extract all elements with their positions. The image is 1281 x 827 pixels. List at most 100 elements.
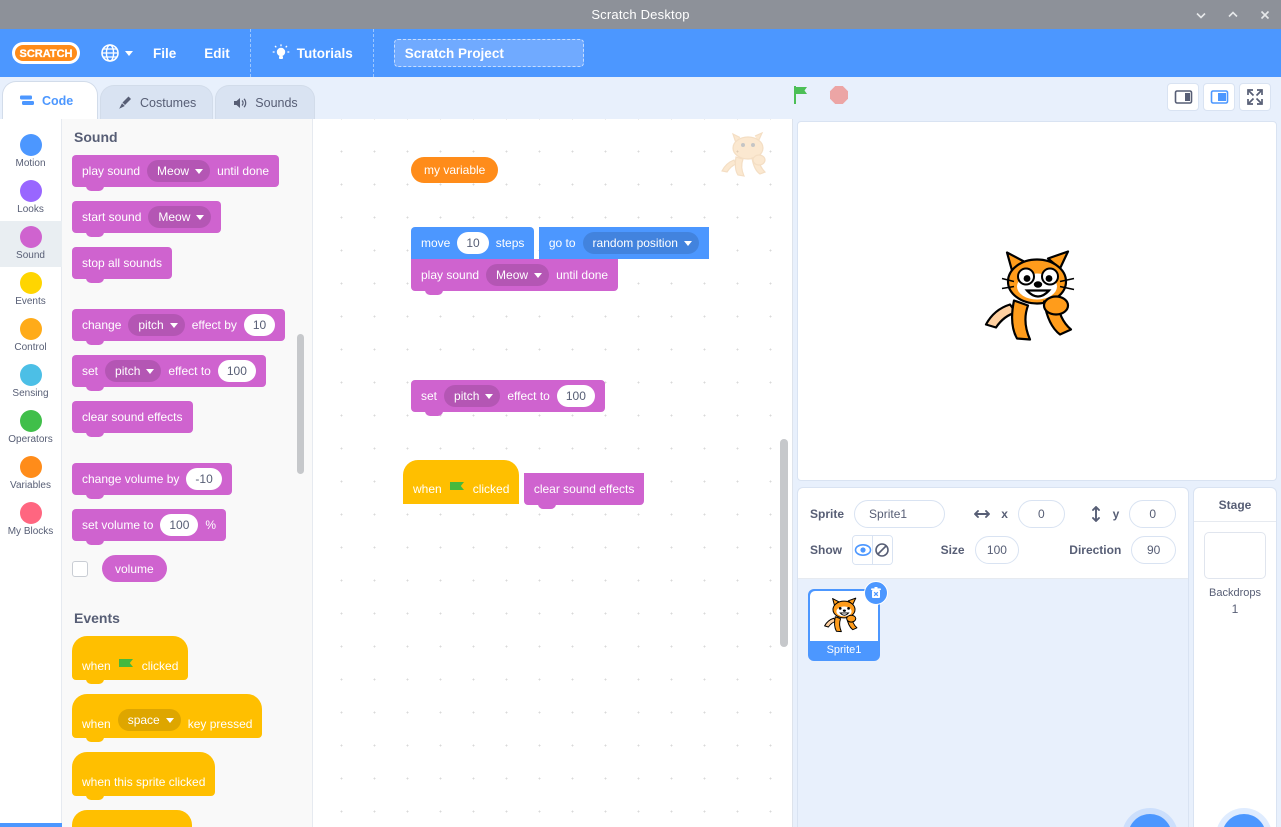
sprite-list[interactable]: Sprite1 xyxy=(798,579,1188,827)
number-input[interactable]: 10 xyxy=(243,314,276,336)
sound-dropdown[interactable]: Meow xyxy=(486,264,550,286)
category-control[interactable]: Control xyxy=(0,313,62,359)
workspace-block-clear-sound-effects[interactable]: clear sound effects xyxy=(523,473,645,509)
minimize-icon[interactable] xyxy=(1185,0,1217,29)
add-backdrop-button[interactable] xyxy=(1222,814,1266,827)
tab-sounds[interactable]: Sounds xyxy=(215,85,315,119)
category-motion[interactable]: Motion xyxy=(0,129,62,175)
category-label: Control xyxy=(14,342,47,353)
show-visible-button[interactable] xyxy=(853,536,873,564)
key-dropdown[interactable]: space xyxy=(117,709,181,731)
workspace-script-2[interactable]: set pitch effect to 100 xyxy=(411,380,605,416)
palette-block-clear-sound-effects[interactable]: clear sound effects xyxy=(72,401,193,437)
direction-input[interactable]: 90 xyxy=(1131,536,1176,564)
workspace-block-when-flag-clicked[interactable]: when clicked xyxy=(403,460,520,504)
category-variables[interactable]: Variables xyxy=(0,451,62,497)
delete-sprite-button[interactable] xyxy=(864,581,888,605)
palette-block-when-sprite-clicked[interactable]: when this sprite clicked xyxy=(72,752,216,800)
y-input[interactable]: 0 xyxy=(1129,500,1176,528)
number-input[interactable]: 100 xyxy=(556,385,595,407)
paintbrush-icon xyxy=(117,95,133,111)
fullscreen-icon[interactable] xyxy=(1239,83,1271,111)
effect-dropdown[interactable]: pitch xyxy=(105,360,162,382)
number-input[interactable]: -10 xyxy=(186,468,222,490)
palette-block-stop-all-sounds[interactable]: stop all sounds xyxy=(72,247,173,283)
green-flag-icon xyxy=(449,481,466,496)
project-name-input[interactable] xyxy=(393,39,584,67)
volume-monitor-checkbox[interactable] xyxy=(72,560,88,577)
palette-block-when-key-pressed[interactable]: when space key pressed xyxy=(72,694,263,742)
stop-sign-icon[interactable] xyxy=(828,84,850,106)
chevron-down-icon xyxy=(165,717,174,723)
menu-edit[interactable]: Edit xyxy=(190,29,244,77)
eye-crossed-icon xyxy=(875,543,890,557)
workspace-block-my-variable[interactable]: my variable xyxy=(411,157,499,183)
palette-block-when-backdrop-switches[interactable] xyxy=(72,810,192,827)
workspace-block-set-effect[interactable]: set pitch effect to 100 xyxy=(411,380,605,416)
x-input[interactable]: 0 xyxy=(1017,500,1065,528)
workspace-block-go-to[interactable]: go to random position xyxy=(538,227,709,259)
backdrop-thumbnail[interactable] xyxy=(1204,532,1266,579)
palette-block-volume-reporter[interactable]: volume xyxy=(102,555,167,582)
workspace-block-play-sound[interactable]: play sound Meow until done xyxy=(411,259,619,295)
workspace-script-3[interactable]: when clicked clear sound effects xyxy=(403,460,645,509)
workspace-vertical-scrollbar[interactable] xyxy=(780,439,788,647)
palette-block-set-volume-to[interactable]: set volume to 100 % xyxy=(72,509,227,545)
workspace-block-move-steps[interactable]: move 10 steps xyxy=(411,227,535,259)
sound-dropdown[interactable]: Meow xyxy=(147,160,211,182)
number-input[interactable]: 100 xyxy=(160,514,199,536)
palette-scrollbar[interactable] xyxy=(297,334,304,474)
close-icon[interactable] xyxy=(1249,0,1281,29)
category-events[interactable]: Events xyxy=(0,267,62,313)
category-my-blocks[interactable]: My Blocks xyxy=(0,497,62,543)
add-extension-button[interactable] xyxy=(0,823,62,827)
lightbulb-icon xyxy=(271,43,291,63)
large-stage-icon[interactable] xyxy=(1203,83,1235,111)
position-dropdown[interactable]: random position xyxy=(582,232,699,254)
show-hidden-button[interactable] xyxy=(872,536,892,564)
chevron-down-icon xyxy=(683,240,692,246)
sprite-card-sprite1[interactable]: Sprite1 xyxy=(808,581,888,661)
dropdown-value: Meow xyxy=(496,268,529,282)
small-stage-icon[interactable] xyxy=(1167,83,1199,111)
tab-sounds-label: Sounds xyxy=(255,95,298,110)
category-sound[interactable]: Sound xyxy=(0,221,62,267)
sprite-name-input[interactable]: Sprite1 xyxy=(854,500,946,528)
palette-block-change-volume-by[interactable]: change volume by -10 xyxy=(72,463,232,499)
category-operators[interactable]: Operators xyxy=(0,405,62,451)
direction-label: Direction xyxy=(1069,543,1122,557)
category-sensing[interactable]: Sensing xyxy=(0,359,62,405)
palette-block-play-sound-until-done[interactable]: play sound Meow until done xyxy=(72,155,280,191)
block-palette[interactable]: Sound play sound Meow until done start s… xyxy=(62,119,313,827)
block-label: play sound xyxy=(421,268,480,282)
palette-block-set-effect-to[interactable]: set pitch effect to 100 xyxy=(72,355,266,391)
menu-file[interactable]: File xyxy=(139,29,190,77)
number-input[interactable]: 10 xyxy=(457,232,489,254)
palette-block-when-flag-clicked[interactable]: when clicked xyxy=(72,636,189,684)
palette-block-change-effect-by[interactable]: change pitch effect by 10 xyxy=(72,309,286,345)
effect-dropdown[interactable]: pitch xyxy=(128,314,185,336)
number-input[interactable]: 100 xyxy=(217,360,256,382)
stage-pane[interactable]: Stage Backdrops 1 xyxy=(1193,487,1277,827)
category-looks[interactable]: Looks xyxy=(0,175,62,221)
effect-dropdown[interactable]: pitch xyxy=(444,385,501,407)
language-menu[interactable] xyxy=(96,29,139,77)
stage-sprite-cat[interactable] xyxy=(982,249,1092,354)
category-dot xyxy=(19,502,42,524)
maximize-icon[interactable] xyxy=(1217,0,1249,29)
sound-dropdown[interactable]: Meow xyxy=(148,206,212,228)
stage-canvas[interactable] xyxy=(797,121,1277,481)
category-label: Events xyxy=(15,296,46,307)
green-flag-icon[interactable] xyxy=(790,83,814,107)
add-sprite-button[interactable] xyxy=(1128,814,1172,827)
size-input[interactable]: 100 xyxy=(974,536,1020,564)
code-workspace[interactable]: my variable move 10 steps go to random p… xyxy=(313,119,793,827)
code-blocks-icon xyxy=(19,93,35,109)
palette-block-start-sound[interactable]: start sound Meow xyxy=(72,201,222,237)
tab-costumes[interactable]: Costumes xyxy=(100,85,214,119)
workspace-script-1[interactable]: move 10 steps go to random position play… xyxy=(411,227,792,295)
category-label: Sensing xyxy=(12,388,49,399)
scratch-logo[interactable]: SCRATCH xyxy=(10,39,82,67)
tutorials-button[interactable]: Tutorials xyxy=(257,29,367,77)
tab-code[interactable]: Code xyxy=(2,81,98,119)
